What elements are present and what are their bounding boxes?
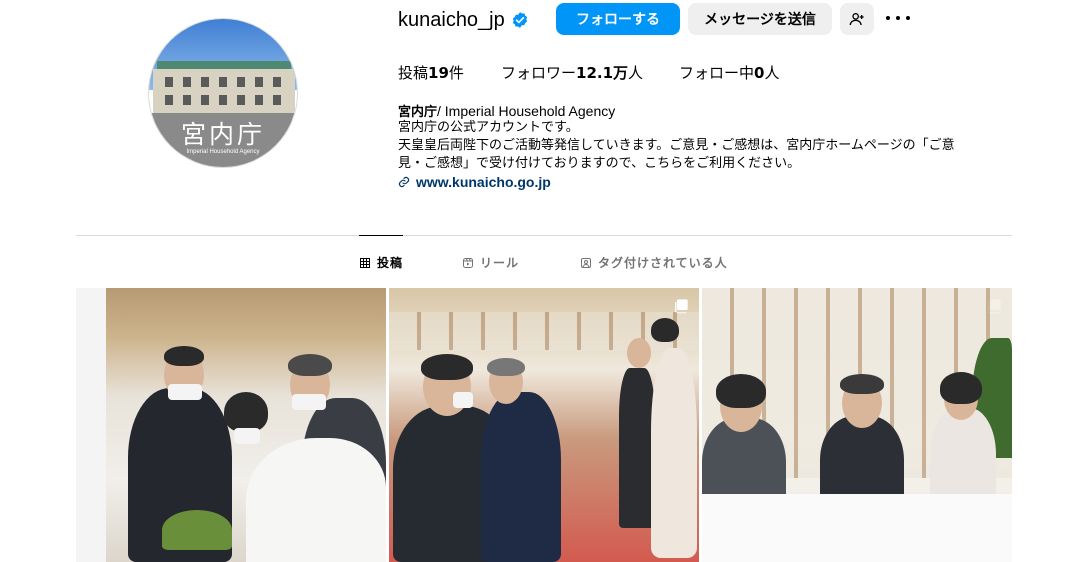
verified-badge-icon <box>512 12 528 28</box>
message-button[interactable]: メッセージを送信 <box>688 3 832 35</box>
photo-figure <box>651 348 697 558</box>
window <box>201 95 209 105</box>
tab-reels-label: リール <box>480 256 520 270</box>
photo-hair <box>288 354 332 376</box>
photo-figure <box>246 438 386 562</box>
avatar-subtitle: Imperial Household Agency <box>186 149 260 155</box>
stat-followers[interactable]: フォロワー12.1万人 <box>501 62 643 83</box>
stat-following[interactable]: フォロー中0人 <box>679 62 779 83</box>
photo-hair <box>487 358 525 376</box>
suggest-accounts-button[interactable] <box>840 3 874 35</box>
avatar-building <box>153 69 295 115</box>
post-thumbnail-2[interactable] <box>389 288 699 562</box>
more-horizontal-icon <box>896 16 900 20</box>
stat-followers-value: 12.1万 <box>576 64 629 82</box>
stat-following-value: 0 <box>754 64 765 82</box>
window <box>183 77 191 87</box>
tagged-icon <box>581 257 591 268</box>
more-horizontal-icon <box>906 16 910 20</box>
bio-link-text: www.kunaicho.go.jp <box>416 174 551 190</box>
more-horizontal-icon <box>886 16 890 20</box>
photo-plant <box>162 510 232 550</box>
photo-mask <box>168 384 202 400</box>
stat-posts-suffix: 件 <box>448 64 464 82</box>
photo-table <box>702 494 1012 562</box>
stat-followers-label: フォロワー <box>501 64 577 82</box>
bio-name: 宮内庁/ Imperial Household Agency <box>398 101 615 120</box>
photo-hair <box>651 318 679 342</box>
link-icon <box>398 176 410 188</box>
photo-head <box>627 338 651 368</box>
stat-posts: 投稿19件 <box>398 62 464 83</box>
window <box>219 95 227 105</box>
stat-posts-value: 19 <box>428 64 449 82</box>
window <box>273 95 281 105</box>
tabs-divider <box>76 235 1012 236</box>
bio-line-2: 天皇皇后両陛下のご活動等発信していきます。ご意見・ご感想は、宮内庁ホームページの… <box>398 138 955 153</box>
tab-tagged-label: タグ付けされている人 <box>598 256 728 270</box>
window <box>237 95 245 105</box>
tab-reels[interactable]: リール <box>462 254 519 271</box>
post-photo-bg <box>76 288 106 562</box>
window <box>255 95 263 105</box>
post-thumbnail-1[interactable] <box>76 288 386 562</box>
photo-mask <box>292 394 326 410</box>
person-plus-icon <box>849 13 864 26</box>
grid-icon <box>360 257 370 268</box>
photo-hair <box>716 374 766 408</box>
stat-following-label: フォロー中 <box>679 64 755 82</box>
window <box>165 95 173 105</box>
bio-name-jp: 宮内庁 <box>398 105 438 120</box>
bio-line-3: 見・ご感想」で受け付けておりますので、こちらをご利用ください。 <box>398 156 801 171</box>
reels-icon <box>463 257 473 268</box>
more-options-button[interactable] <box>886 8 910 28</box>
bio-line-1: 宮内庁の公式アカウントです。 <box>398 120 579 135</box>
photo-hair <box>224 392 268 432</box>
window <box>183 95 191 105</box>
window <box>201 77 209 87</box>
photo-mask <box>453 392 473 408</box>
photo-hair <box>940 372 982 404</box>
window <box>165 77 173 87</box>
bio-name-en: / Imperial Household Agency <box>437 103 616 119</box>
bio-website-link[interactable]: www.kunaicho.go.jp <box>398 174 551 190</box>
photo-hair <box>421 354 473 380</box>
tab-posts-label: 投稿 <box>377 256 404 270</box>
stat-followers-suffix: 人 <box>628 64 644 82</box>
photo-figure <box>481 392 561 562</box>
profile-avatar[interactable]: 宮内庁 Imperial Household Agency <box>148 18 298 168</box>
photo-hair <box>840 374 884 394</box>
follow-button[interactable]: フォローする <box>556 3 680 35</box>
profile-username: kunaicho_jp <box>398 9 505 31</box>
avatar-title: 宮内庁 <box>180 120 265 149</box>
photo-figure <box>619 368 655 528</box>
stat-following-suffix: 人 <box>764 64 780 82</box>
photo-hair <box>164 346 204 366</box>
window <box>219 77 227 87</box>
window <box>237 77 245 87</box>
window <box>255 77 263 87</box>
tab-tagged[interactable]: タグ付けされている人 <box>580 254 728 271</box>
window <box>273 77 281 87</box>
post-thumbnail-3[interactable] <box>702 288 1012 562</box>
photo-mask <box>234 428 260 444</box>
active-tab-indicator <box>359 235 403 236</box>
tab-posts[interactable]: 投稿 <box>359 254 403 271</box>
stat-posts-label: 投稿 <box>398 64 429 82</box>
